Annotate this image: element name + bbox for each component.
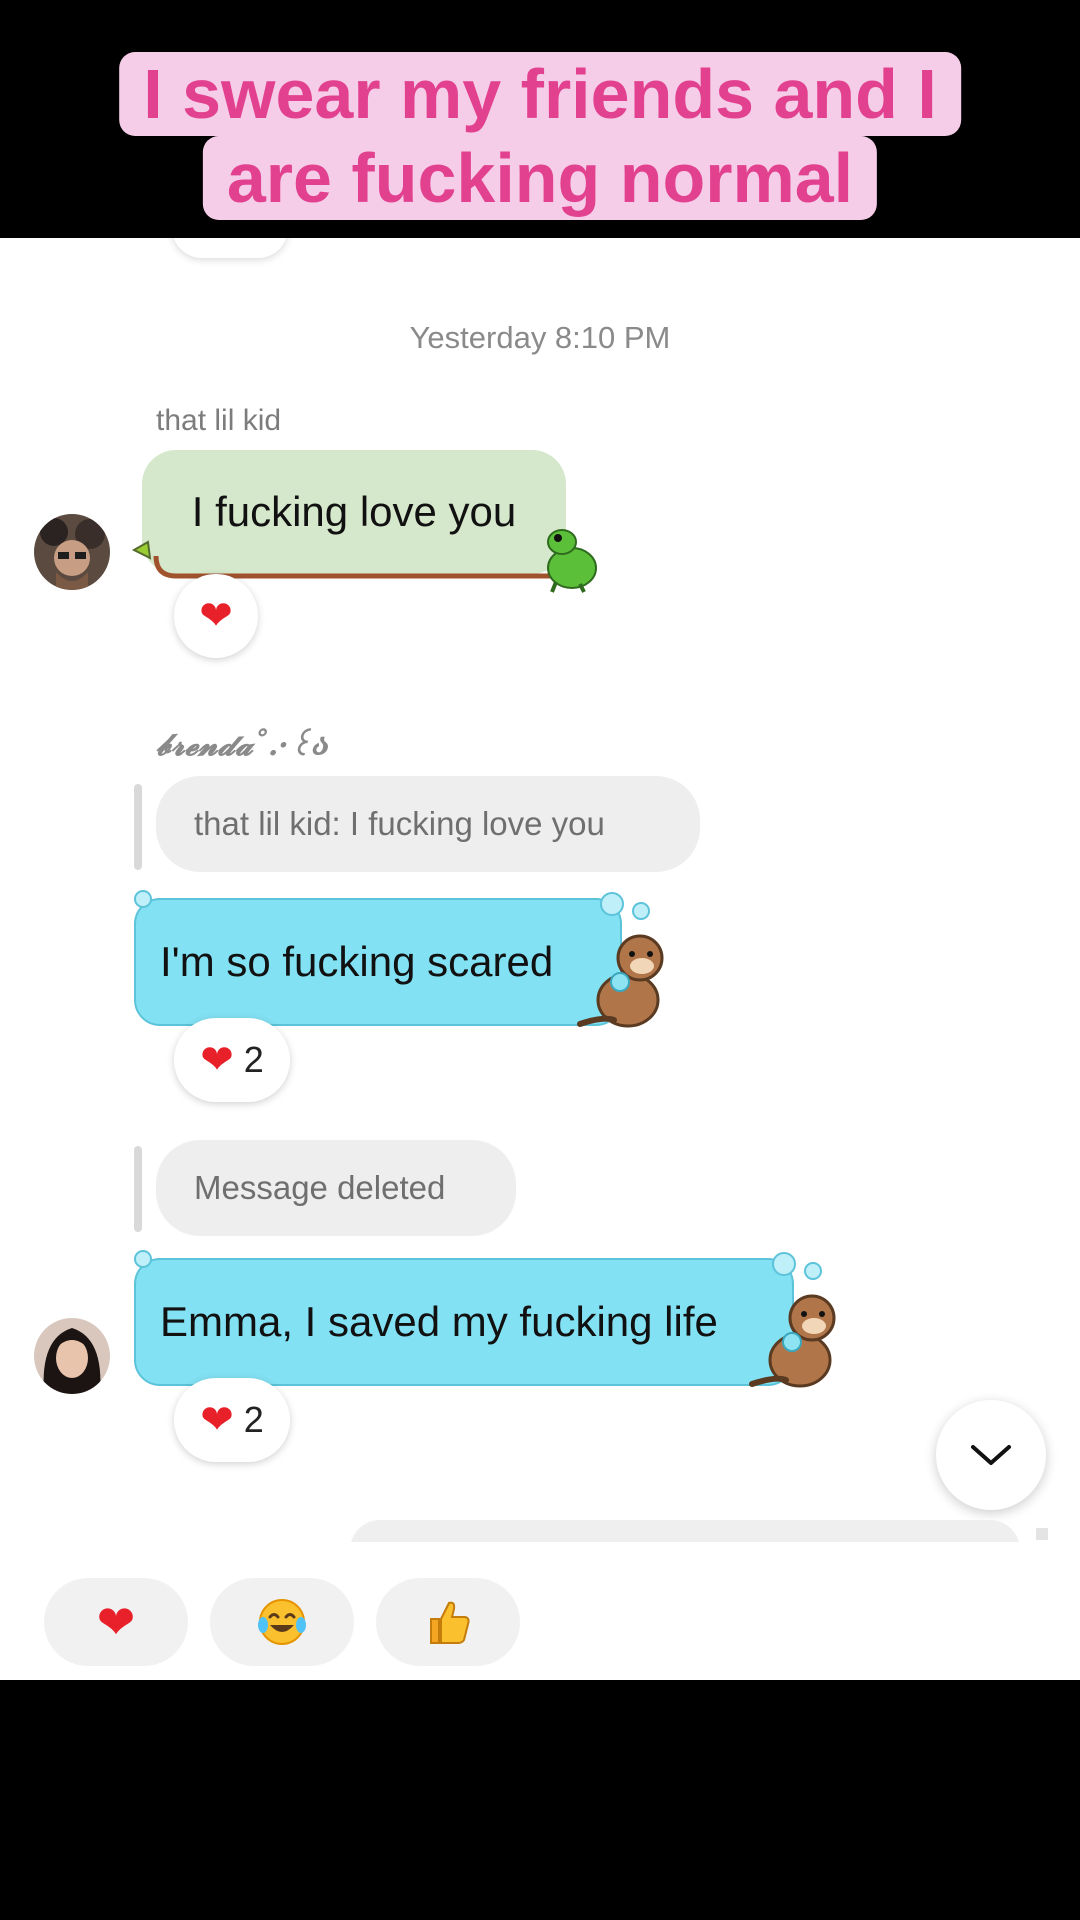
face-with-tears-of-joy-icon xyxy=(258,1599,306,1645)
chat-area: Yesterday 8:10 PM that lil kid I fucking… xyxy=(0,238,1080,1680)
reply-quote[interactable]: that lil kid: I fucking love you xyxy=(156,776,700,872)
sender-name: 𝓫𝓻𝓮𝓷𝓭𝓪˚.·꒰ა xyxy=(156,728,330,763)
heart-icon: ❤ xyxy=(200,1398,234,1442)
quick-reaction-heart[interactable]: ❤ xyxy=(44,1578,188,1666)
caption-line-2: are fucking normal xyxy=(202,136,878,220)
reaction-count: 2 xyxy=(243,1399,264,1440)
reply-indicator xyxy=(134,784,142,870)
message-text: Emma, I saved my fucking life xyxy=(160,1298,718,1345)
bubble-decoration xyxy=(632,902,650,920)
otter-sticker-icon xyxy=(749,1294,836,1388)
chevron-down-icon xyxy=(971,1445,1011,1465)
partial-indicator xyxy=(1036,1528,1048,1540)
heart-icon: ❤ xyxy=(199,594,233,638)
heart-icon: ❤ xyxy=(200,1038,234,1082)
reaction-pill[interactable]: ❤ 2 xyxy=(174,1378,290,1462)
reply-quote-text: Message deleted xyxy=(194,1169,446,1206)
thumbs-up-icon xyxy=(430,1601,470,1644)
message-text: I'm so fucking scared xyxy=(160,938,554,985)
message-bubble[interactable]: Emma, I saved my fucking life xyxy=(134,1258,794,1386)
heart-icon: ❤ xyxy=(96,1596,136,1648)
reply-indicator xyxy=(134,1146,142,1232)
message-bubble[interactable]: I'm so fucking scared xyxy=(134,898,622,1026)
caption-line-1: I swear my friends and I xyxy=(119,52,961,136)
otter-sticker-icon xyxy=(577,934,664,1028)
bubble-decoration xyxy=(772,1252,796,1276)
avatar-that-lil-kid[interactable] xyxy=(34,514,110,590)
quick-reaction-laugh[interactable] xyxy=(210,1578,354,1666)
message-timestamp: Yesterday 8:10 PM xyxy=(409,320,671,355)
reaction-pill-partial xyxy=(172,238,288,258)
reaction-pill[interactable]: ❤ xyxy=(174,574,258,658)
bubble-decoration xyxy=(134,1250,152,1268)
bubble-decoration xyxy=(600,892,624,916)
scroll-to-bottom-button[interactable] xyxy=(936,1400,1046,1510)
reaction-pill[interactable]: ❤ 2 xyxy=(174,1018,290,1102)
reply-quote-text: that lil kid: I fucking love you xyxy=(194,805,605,842)
sender-name: that lil kid xyxy=(156,404,282,437)
reply-quote[interactable]: Message deleted xyxy=(156,1140,516,1236)
quick-reaction-thumbs-up[interactable] xyxy=(376,1578,520,1666)
reaction-count: 2 xyxy=(243,1039,264,1080)
avatar-brenda[interactable] xyxy=(34,1318,110,1394)
bubble-decoration xyxy=(134,890,152,908)
bubble-decoration xyxy=(804,1262,822,1280)
